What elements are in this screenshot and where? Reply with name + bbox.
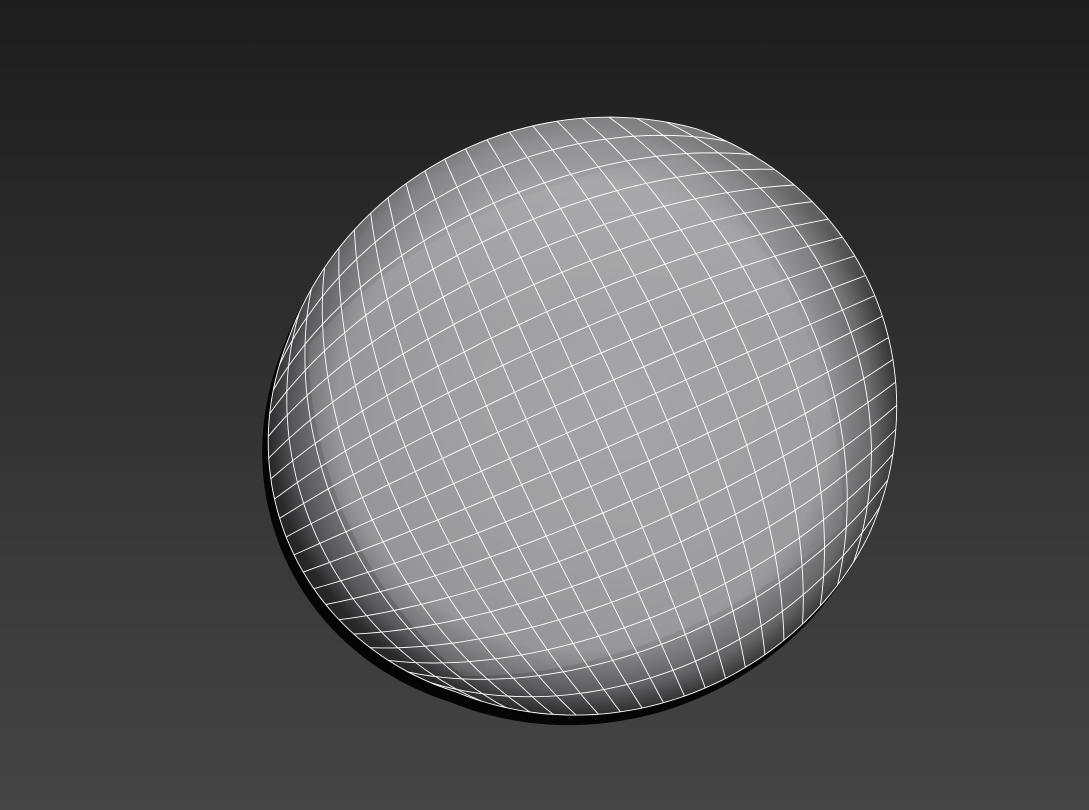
3d-viewport[interactable]: [0, 0, 1089, 810]
mesh-object[interactable]: [0, 0, 1089, 810]
